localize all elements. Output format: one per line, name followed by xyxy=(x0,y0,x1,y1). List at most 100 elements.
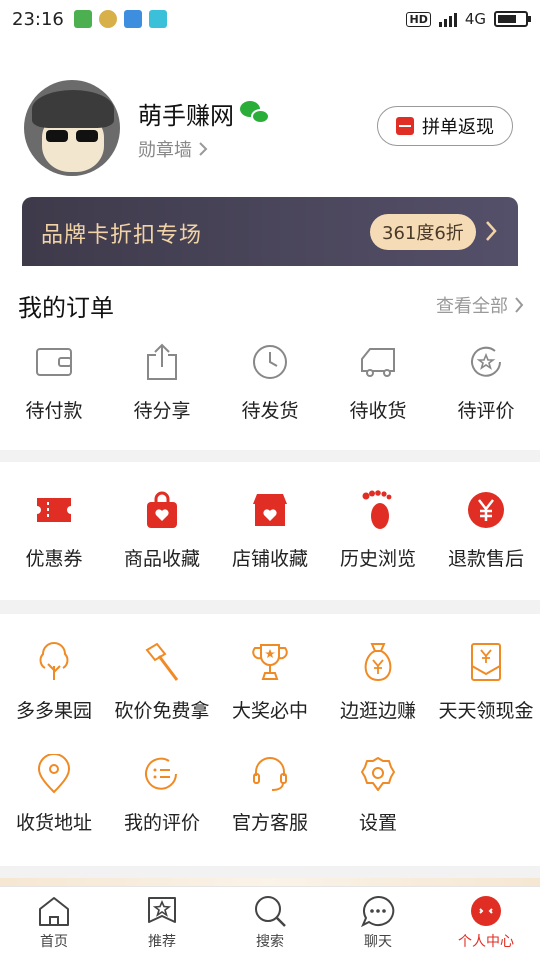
tool-label: 收货地址 xyxy=(15,812,92,834)
truck-icon xyxy=(358,342,398,382)
chevron-right-icon xyxy=(199,142,208,156)
tab-search[interactable]: 搜索 xyxy=(216,887,324,960)
favorite-label: 店铺收藏 xyxy=(231,548,308,570)
status-bar: 23:16 HD 4G xyxy=(0,0,540,38)
hd-indicator: HD xyxy=(406,11,431,27)
favorite-label: 商品收藏 xyxy=(123,548,200,570)
tab-label: 首页 xyxy=(40,934,68,950)
tab-label: 推荐 xyxy=(148,934,176,950)
coupon-icon xyxy=(34,490,74,530)
chevron-right-icon xyxy=(486,221,497,241)
refund-yen-icon xyxy=(466,490,506,530)
nickname-text: 萌手赚网 xyxy=(138,102,234,130)
daily-cash-entry[interactable]: 天天领现金 xyxy=(432,642,540,723)
favorites-section: 优惠券 商品收藏 店铺收藏 历史浏览 退款售后 xyxy=(0,462,540,600)
grand-prize-entry[interactable]: 大奖必中 xyxy=(216,642,324,723)
browse-earn-entry[interactable]: 边逛边赚 xyxy=(324,642,432,723)
tool-label: 大奖必中 xyxy=(231,700,308,722)
settings-icon xyxy=(358,754,398,794)
comment-list-icon xyxy=(142,754,182,794)
bag-heart-icon xyxy=(142,490,182,530)
refund-aftersales-entry[interactable]: 退款售后 xyxy=(432,490,540,571)
wallet-icon xyxy=(34,342,74,382)
view-all-label: 查看全部 xyxy=(436,296,508,317)
my-reviews-entry[interactable]: 我的评价 xyxy=(108,754,216,835)
location-icon xyxy=(34,754,74,794)
settings-entry[interactable]: 设置 xyxy=(324,754,432,835)
scan-notification-icon xyxy=(148,10,167,28)
headset-icon xyxy=(250,754,290,794)
profile-header: 萌手赚网 勋章墙 拼单返现 品牌卡折扣专场 361度6折 xyxy=(0,38,540,269)
tab-profile[interactable]: 个人中心 xyxy=(432,887,540,960)
tools-section: 多多果园 砍价免费拿 大奖必中 边逛边赚 天天领现金 收货地址 我的评价 官方客… xyxy=(0,614,540,866)
tree-icon xyxy=(34,642,74,682)
order-pending-review[interactable]: 待评价 xyxy=(432,342,540,423)
brand-offer-badge: 361度6折 xyxy=(370,214,476,250)
shipping-address-entry[interactable]: 收货地址 xyxy=(0,754,108,835)
brand-card-banner[interactable]: 品牌卡折扣专场 361度6折 xyxy=(22,197,518,269)
order-label: 待付款 xyxy=(25,400,83,422)
orders-section: 我的订单 查看全部 待付款 待分享 待发货 待收货 待评价 xyxy=(0,266,540,450)
axe-icon xyxy=(142,642,182,682)
network-type: 4G xyxy=(464,10,486,28)
app-notification-icon xyxy=(98,10,117,28)
chat-icon xyxy=(361,895,395,927)
product-favorites-entry[interactable]: 商品收藏 xyxy=(108,490,216,571)
trophy-icon xyxy=(250,642,290,682)
tab-label: 搜索 xyxy=(256,934,284,950)
avatar[interactable] xyxy=(24,80,120,176)
store-favorites-entry[interactable]: 店铺收藏 xyxy=(216,490,324,571)
order-label: 待发货 xyxy=(241,400,299,422)
tool-label: 官方客服 xyxy=(231,812,308,834)
home-icon xyxy=(39,897,69,926)
badge-wall-link[interactable]: 勋章墙 xyxy=(138,136,208,162)
tool-label: 天天领现金 xyxy=(438,700,534,722)
battery-icon xyxy=(494,11,531,27)
group-cashback-label: 拼单返现 xyxy=(422,117,494,138)
share-icon xyxy=(142,342,182,382)
tab-label: 个人中心 xyxy=(458,934,514,950)
tab-recommend[interactable]: 推荐 xyxy=(108,887,216,960)
search-icon xyxy=(255,896,286,927)
gift-icon xyxy=(396,117,414,135)
profile-icon xyxy=(471,896,501,926)
order-label: 待分享 xyxy=(133,400,191,422)
view-all-orders-link[interactable]: 查看全部 xyxy=(436,292,524,318)
order-pending-share[interactable]: 待分享 xyxy=(108,342,216,423)
money-bag-icon xyxy=(358,642,398,682)
cash-envelope-icon xyxy=(466,642,506,682)
chevron-right-icon xyxy=(515,297,524,313)
message-notification-icon xyxy=(123,10,142,28)
order-pending-payment[interactable]: 待付款 xyxy=(0,342,108,423)
store-heart-icon xyxy=(250,490,290,530)
bargain-free-entry[interactable]: 砍价免费拿 xyxy=(108,642,216,723)
order-pending-shipment[interactable]: 待发货 xyxy=(216,342,324,423)
customer-service-entry[interactable]: 官方客服 xyxy=(216,754,324,835)
tab-home[interactable]: 首页 xyxy=(0,887,108,960)
star-review-icon xyxy=(466,342,506,382)
bottom-tab-bar: 首页 推荐 搜索 聊天 个人中心 xyxy=(0,886,540,960)
tab-chat[interactable]: 聊天 xyxy=(324,887,432,960)
footprint-icon xyxy=(358,490,398,530)
brand-card-title: 品牌卡折扣专场 xyxy=(41,223,203,248)
clock-icon xyxy=(250,342,290,382)
group-cashback-button[interactable]: 拼单返现 xyxy=(377,106,513,146)
status-time: 23:16 xyxy=(12,8,64,30)
tab-label: 聊天 xyxy=(364,934,392,950)
favorite-label: 历史浏览 xyxy=(339,548,416,570)
user-nickname: 萌手赚网 xyxy=(138,96,272,131)
badge-wall-label: 勋章墙 xyxy=(138,140,192,161)
orders-title: 我的订单 xyxy=(18,294,114,322)
tool-label: 多多果园 xyxy=(15,700,92,722)
tool-label: 边逛边赚 xyxy=(339,700,416,722)
order-pending-receipt[interactable]: 待收货 xyxy=(324,342,432,423)
tool-label: 砍价免费拿 xyxy=(114,700,210,722)
browse-history-entry[interactable]: 历史浏览 xyxy=(324,490,432,571)
recommend-icon xyxy=(148,897,176,923)
order-label: 待收货 xyxy=(349,400,407,422)
orchard-entry[interactable]: 多多果园 xyxy=(0,642,108,723)
tool-label: 我的评价 xyxy=(123,812,200,834)
coupon-entry[interactable]: 优惠券 xyxy=(0,490,108,571)
wechat-icon xyxy=(240,100,272,127)
signal-icon xyxy=(438,11,457,27)
